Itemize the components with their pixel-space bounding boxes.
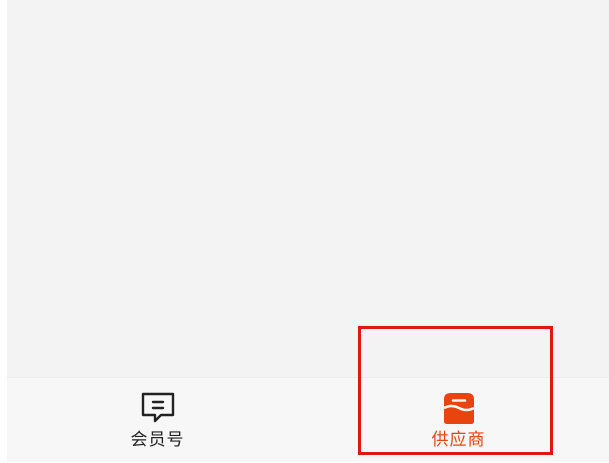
chat-message-icon bbox=[140, 391, 176, 425]
store-icon bbox=[441, 391, 477, 425]
tab-suppliers[interactable]: 供应商 bbox=[308, 378, 609, 463]
app-screen: 会员号 供应商 bbox=[7, 0, 609, 462]
tab-suppliers-label: 供应商 bbox=[431, 430, 486, 450]
content-area bbox=[7, 0, 609, 377]
tab-members-label: 会员号 bbox=[130, 430, 185, 450]
tab-members[interactable]: 会员号 bbox=[7, 378, 308, 463]
bottom-tab-bar: 会员号 供应商 bbox=[7, 377, 609, 462]
